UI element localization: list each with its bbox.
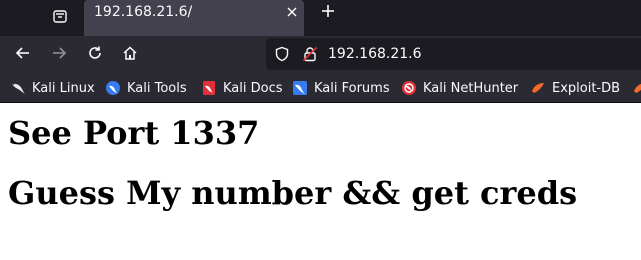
tab-list-icon bbox=[52, 8, 68, 28]
forward-arrow-icon bbox=[51, 45, 67, 65]
insecure-lock-icon[interactable] bbox=[302, 46, 318, 62]
browser-chrome: 192.168.21.6/ 192.168.21.6 Kali Linux Ka… bbox=[0, 0, 641, 103]
close-tab-icon[interactable] bbox=[284, 4, 300, 20]
reload-button[interactable] bbox=[83, 43, 107, 67]
heading-see-port: See Port 1337 bbox=[8, 114, 260, 152]
back-button[interactable] bbox=[11, 43, 35, 67]
tab-active[interactable]: 192.168.21.6/ bbox=[84, 0, 304, 36]
tab-list-button[interactable] bbox=[48, 6, 72, 30]
home-button[interactable] bbox=[118, 43, 142, 67]
address-bar[interactable]: 192.168.21.6 bbox=[266, 38, 641, 70]
url-text[interactable]: 192.168.21.6 bbox=[328, 38, 422, 70]
bookmark-kali-docs[interactable]: Kali Docs bbox=[201, 74, 283, 102]
forward-button[interactable] bbox=[47, 43, 71, 67]
bookmark-kali-forums[interactable]: Kali Forums bbox=[292, 74, 390, 102]
bookmark-kali-linux[interactable]: Kali Linux bbox=[10, 74, 95, 102]
back-arrow-icon bbox=[15, 45, 31, 65]
bookmark-label: Kali Tools bbox=[127, 80, 187, 96]
kali-tools-icon bbox=[105, 80, 121, 96]
exploit-db-icon bbox=[530, 80, 546, 96]
reload-icon bbox=[87, 45, 103, 65]
bookmark-label: Kali Linux bbox=[32, 80, 95, 96]
new-tab-button[interactable] bbox=[318, 2, 338, 22]
bookmark-kali-tools[interactable]: Kali Tools bbox=[105, 74, 187, 102]
bookmark-kali-nethunter[interactable]: Kali NetHunter bbox=[401, 74, 518, 102]
bookmark-label: Exploit-DB bbox=[552, 80, 621, 96]
bookmark-label: Kali Forums bbox=[314, 80, 390, 96]
bookmarks-toolbar: Kali Linux Kali Tools Kali Docs Kali For… bbox=[0, 74, 641, 103]
home-icon bbox=[122, 45, 138, 65]
bookmark-label: Kali NetHunter bbox=[423, 80, 519, 96]
heading-guess-number: Guess My number && get creds bbox=[8, 174, 578, 212]
plus-icon bbox=[321, 3, 335, 22]
kali-docs-icon bbox=[201, 80, 217, 96]
bookmark-label: Kali Docs bbox=[223, 80, 283, 96]
kali-dragon-icon bbox=[10, 80, 26, 96]
navigation-toolbar: 192.168.21.6 bbox=[0, 36, 641, 74]
tab-strip: 192.168.21.6/ bbox=[0, 0, 641, 36]
bookmark-exploit-db[interactable]: Exploit-DB bbox=[530, 74, 620, 102]
page-content: See Port 1337 Guess My number && get cre… bbox=[0, 115, 641, 211]
nethunter-icon bbox=[401, 80, 417, 96]
kali-forums-icon bbox=[292, 80, 308, 96]
shield-icon[interactable] bbox=[274, 46, 290, 62]
bookmark-overflow[interactable] bbox=[632, 74, 641, 102]
tab-title: 192.168.21.6/ bbox=[94, 4, 193, 20]
exploit-db-icon bbox=[632, 80, 641, 96]
